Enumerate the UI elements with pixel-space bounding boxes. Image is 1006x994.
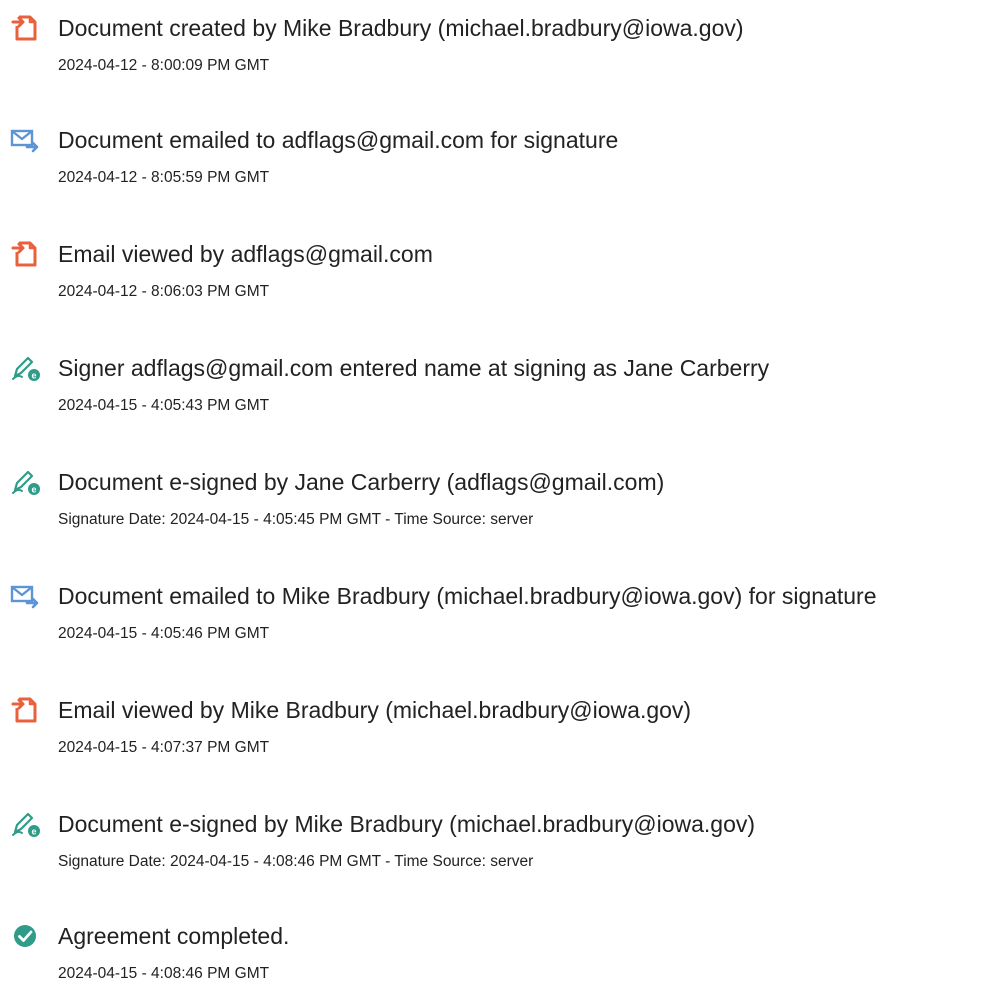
event-title: Signer adflags@gmail.com entered name at… xyxy=(58,355,770,381)
event-row: Document emailed to adflags@gmail.com fo… xyxy=(0,125,1006,195)
event-title: Document e-signed by Mike Bradbury (mich… xyxy=(58,811,756,837)
event-row: Document emailed to Mike Bradbury (micha… xyxy=(0,581,1006,651)
checkmark-circle-icon xyxy=(10,921,40,951)
event-signature-date: Signature Date: 2024-04-15 - 4:05:45 PM … xyxy=(58,511,534,528)
document-icon xyxy=(10,13,40,43)
document-icon xyxy=(10,239,40,269)
event-timestamp: 2024-04-15 - 4:05:46 PM GMT xyxy=(58,625,270,642)
event-row: Email viewed by Mike Bradbury (michael.b… xyxy=(0,695,1006,765)
event-row: e Document e-signed by Mike Bradbury (mi… xyxy=(0,809,1006,879)
event-row: Email viewed by adflags@gmail.com 2024-0… xyxy=(0,239,1006,309)
event-title: Document e-signed by Jane Carberry (adfl… xyxy=(58,469,665,495)
event-row: Agreement completed. 2024-04-15 - 4:08:4… xyxy=(0,921,1006,991)
event-title: Email viewed by adflags@gmail.com xyxy=(58,241,433,267)
esign-pen-icon: e xyxy=(10,353,40,383)
email-sent-icon xyxy=(10,125,40,155)
event-title: Agreement completed. xyxy=(58,923,290,949)
event-title: Email viewed by Mike Bradbury (michael.b… xyxy=(58,697,692,723)
event-title: Document emailed to adflags@gmail.com fo… xyxy=(58,127,619,153)
svg-text:e: e xyxy=(31,827,36,837)
event-timestamp: 2024-04-12 - 8:06:03 PM GMT xyxy=(58,283,270,300)
esign-pen-icon: e xyxy=(10,467,40,497)
event-timestamp: 2024-04-12 - 8:00:09 PM GMT xyxy=(58,57,270,74)
document-icon xyxy=(10,695,40,725)
event-timestamp: 2024-04-15 - 4:05:43 PM GMT xyxy=(58,397,270,414)
esign-pen-icon: e xyxy=(10,809,40,839)
svg-text:e: e xyxy=(31,371,36,381)
event-signature-date: Signature Date: 2024-04-15 - 4:08:46 PM … xyxy=(58,853,534,870)
email-sent-icon xyxy=(10,581,40,611)
event-row: e Document e-signed by Jane Carberry (ad… xyxy=(0,467,1006,537)
event-title: Document emailed to Mike Bradbury (micha… xyxy=(58,583,877,609)
audit-history-page: { "colors": { "document_icon": "#e8603c"… xyxy=(0,0,1006,994)
event-row: Document created by Mike Bradbury (micha… xyxy=(0,13,1006,83)
svg-text:e: e xyxy=(31,485,36,495)
event-timestamp: 2024-04-12 - 8:05:59 PM GMT xyxy=(58,169,270,186)
event-row: e Signer adflags@gmail.com entered name … xyxy=(0,353,1006,423)
event-timestamp: 2024-04-15 - 4:07:37 PM GMT xyxy=(58,739,270,756)
event-timestamp: 2024-04-15 - 4:08:46 PM GMT xyxy=(58,965,270,982)
event-title: Document created by Mike Bradbury (micha… xyxy=(58,15,744,41)
